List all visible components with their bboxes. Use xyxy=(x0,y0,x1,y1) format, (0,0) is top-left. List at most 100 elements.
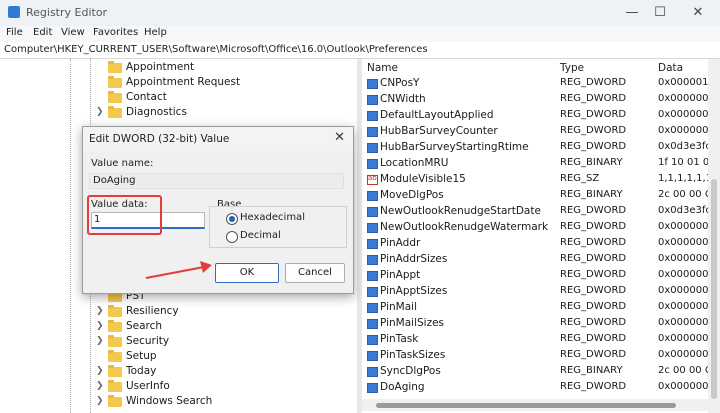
folder-icon xyxy=(108,395,122,407)
value-type: REG_DWORD xyxy=(560,237,627,248)
value-type: REG_DWORD xyxy=(560,205,627,216)
value-row[interactable]: NewOutlookRenudgeWatermark REG_DWORD 0x000… xyxy=(362,220,715,236)
value-type: REG_DWORD xyxy=(560,301,627,312)
dialog-title: Edit DWORD (32-bit) Value xyxy=(89,133,230,145)
value-type: REG_DWORD xyxy=(560,77,627,88)
value-data: 0x0000000 xyxy=(658,285,715,296)
value-data: 0x0000002 xyxy=(658,93,715,104)
value-row[interactable]: SyncDlgPos REG_BINARY 2c 00 00 C xyxy=(362,364,712,380)
value-name: PinAddrSizes xyxy=(380,253,448,265)
values-pane[interactable]: Name Type Data CNPosY REG_DWORD 0x0000010 C… xyxy=(362,59,720,413)
value-row[interactable]: DefaultLayoutApplied REG_DWORD 0x0000002 xyxy=(362,108,715,124)
chevron-right-icon[interactable]: ❯ xyxy=(96,321,104,331)
value-name: CNWidth xyxy=(380,93,426,105)
vertical-scroll-thumb[interactable] xyxy=(711,179,717,399)
value-row[interactable]: CNWidth REG_DWORD 0x0000002 xyxy=(362,92,715,108)
decimal-label[interactable]: Decimal xyxy=(240,230,281,241)
dialog-close-button[interactable]: ✕ xyxy=(334,130,345,145)
address-path[interactable]: Computer\HKEY_CURRENT_USER\Software\Micr… xyxy=(4,44,428,55)
value-data: 0x0000000 xyxy=(658,125,715,136)
value-data: 0x0000000 xyxy=(658,317,715,328)
menu-edit[interactable]: Edit xyxy=(33,27,52,38)
value-row[interactable]: DoAging REG_DWORD 0x0000000 xyxy=(362,380,715,396)
value-row[interactable]: PinApptSizes REG_DWORD 0x0000000 xyxy=(362,284,715,300)
annotation-highlight-box xyxy=(87,195,162,235)
chevron-right-icon[interactable]: ❯ xyxy=(96,306,104,316)
value-row[interactable]: PinTask REG_DWORD 0x0000000 xyxy=(362,332,715,348)
value-row[interactable]: PinAddrSizes REG_DWORD 0x0000000 xyxy=(362,252,715,268)
address-bar[interactable]: Computer\HKEY_CURRENT_USER\Software\Micr… xyxy=(0,42,720,59)
binary-value-icon xyxy=(367,111,378,121)
minimize-button[interactable]: — xyxy=(620,4,644,22)
decimal-radio[interactable] xyxy=(226,231,238,243)
vertical-scrollbar[interactable] xyxy=(708,59,720,413)
menu-help[interactable]: Help xyxy=(144,27,167,38)
folder-icon xyxy=(108,380,122,392)
menu-view[interactable]: View xyxy=(61,27,85,38)
value-row[interactable]: PinTaskSizes REG_DWORD 0x0000000 xyxy=(362,348,715,364)
value-data: 0x0000000 xyxy=(658,237,715,248)
value-data: 2c 00 00 C xyxy=(658,189,712,200)
value-type: REG_DWORD xyxy=(560,109,627,120)
base-group: Hexadecimal Decimal xyxy=(209,206,347,248)
binary-value-icon xyxy=(367,223,378,233)
chevron-right-icon[interactable]: ❯ xyxy=(96,381,104,391)
maximize-button[interactable]: ☐ xyxy=(648,4,672,22)
value-type: REG_DWORD xyxy=(560,141,627,152)
value-data: 0x0d3e3fc xyxy=(658,141,711,152)
value-row[interactable]: HubBarSurveyCounter REG_DWORD 0x0000000 xyxy=(362,124,715,140)
value-type: REG_DWORD xyxy=(560,269,627,280)
window-title: Registry Editor xyxy=(26,6,108,19)
value-row[interactable]: CNPosY REG_DWORD 0x0000010 xyxy=(362,76,715,92)
value-name: DefaultLayoutApplied xyxy=(380,109,494,121)
chevron-right-icon[interactable]: ❯ xyxy=(96,396,104,406)
registry-app-icon xyxy=(8,6,20,18)
folder-icon xyxy=(108,365,122,377)
column-header-name[interactable]: Name xyxy=(367,62,398,74)
column-header-type[interactable]: Type xyxy=(560,62,584,74)
value-row[interactable]: PinAddr REG_DWORD 0x0000000 xyxy=(362,236,715,252)
value-type: REG_DWORD xyxy=(560,93,627,104)
value-data: 0x0000000 xyxy=(658,221,715,232)
value-name: CNPosY xyxy=(380,77,420,89)
value-row[interactable]: LocationMRU REG_BINARY 1f 10 01 0 xyxy=(362,156,712,172)
value-row[interactable]: NewOutlookRenudgeStartDate REG_DWORD 0x0d3… xyxy=(362,204,712,220)
binary-value-icon xyxy=(367,335,378,345)
value-type: REG_BINARY xyxy=(560,365,623,376)
value-name: PinAddr xyxy=(380,237,421,249)
value-type: REG_BINARY xyxy=(560,157,623,168)
column-header-data[interactable]: Data xyxy=(658,62,683,74)
value-type: REG_DWORD xyxy=(560,253,627,264)
value-row[interactable]: PinMail REG_DWORD 0x0000000 xyxy=(362,300,715,316)
binary-value-icon xyxy=(367,383,378,393)
value-row[interactable]: PinMailSizes REG_DWORD 0x0000000 xyxy=(362,316,715,332)
value-name: PinAppt xyxy=(380,269,421,281)
hexadecimal-label[interactable]: Hexadecimal xyxy=(240,212,305,223)
chevron-right-icon[interactable]: ❯ xyxy=(96,336,104,346)
value-data: 0x0000000 xyxy=(658,301,715,312)
value-row[interactable]: PinAppt REG_DWORD 0x0000000 xyxy=(362,268,715,284)
chevron-right-icon[interactable]: ❯ xyxy=(96,107,104,117)
menu-file[interactable]: File xyxy=(6,27,23,38)
binary-value-icon xyxy=(367,127,378,137)
close-window-button[interactable]: ✕ xyxy=(686,4,710,22)
menu-favorites[interactable]: Favorites xyxy=(93,27,138,38)
value-row[interactable]: ModuleVisible15 REG_SZ 1,1,1,1,1,1 xyxy=(362,172,712,188)
binary-value-icon xyxy=(367,239,378,249)
horizontal-scrollbar[interactable] xyxy=(362,399,708,411)
binary-value-icon xyxy=(367,159,378,169)
value-row[interactable]: MoveDlgPos REG_BINARY 2c 00 00 C xyxy=(362,188,712,204)
chevron-right-icon[interactable]: ❯ xyxy=(96,366,104,376)
value-data: 0x0000000 xyxy=(658,253,715,264)
value-type: REG_DWORD xyxy=(560,285,627,296)
value-type: REG_DWORD xyxy=(560,317,627,328)
value-type: REG_DWORD xyxy=(560,381,627,392)
tree-guide-line xyxy=(70,59,71,413)
value-data: 2c 00 00 C xyxy=(658,365,712,376)
value-data: 1,1,1,1,1,1 xyxy=(658,173,713,184)
horizontal-scroll-thumb[interactable] xyxy=(376,403,676,408)
value-row[interactable]: HubBarSurveyStartingRtime REG_DWORD 0x0d3e… xyxy=(362,140,712,156)
cancel-button[interactable]: Cancel xyxy=(285,263,345,283)
ok-button[interactable]: OK xyxy=(215,263,279,283)
hexadecimal-radio[interactable] xyxy=(226,213,238,225)
